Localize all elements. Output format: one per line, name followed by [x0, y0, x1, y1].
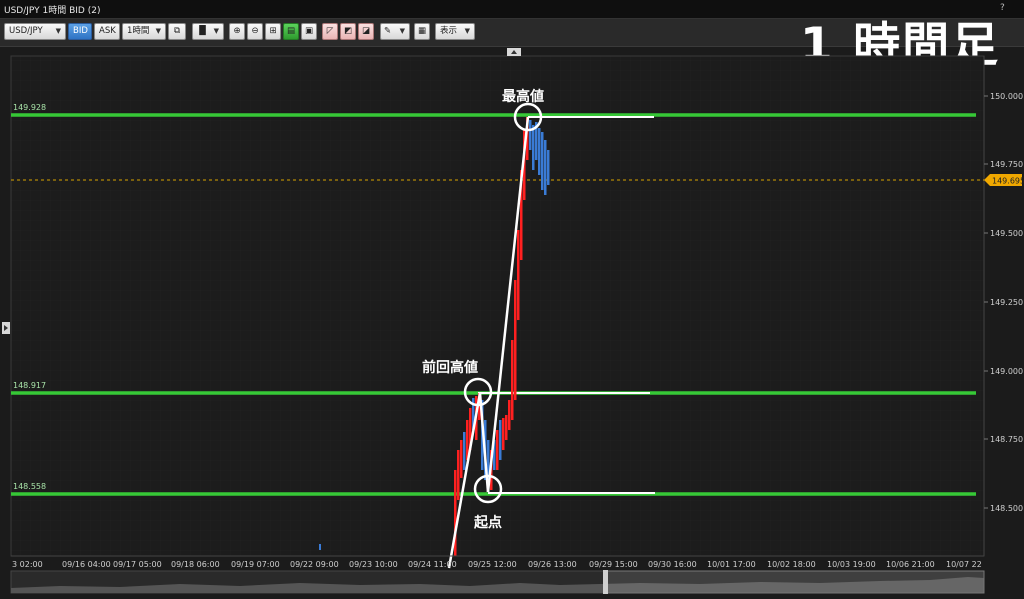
time-tick-label: 09/25 12:00	[468, 560, 517, 569]
candle	[463, 432, 466, 470]
price-chart[interactable]: 150.000 149.750 149.500 149.250 149.000 148.7…	[0, 46, 1024, 599]
price-axis: 150.000 149.750 149.500 149.250 149.000 148.7…	[984, 92, 1023, 513]
fit-icon[interactable]: ▤	[283, 23, 299, 40]
draw-trend-icon[interactable]: ◪	[358, 23, 374, 40]
zoom-in-icon[interactable]: ⊕	[229, 23, 245, 40]
price-tick-label: 149.750	[990, 160, 1023, 169]
bid-button[interactable]: BID	[68, 23, 92, 40]
candle	[457, 450, 460, 500]
chart-type-select[interactable]: ▐▌ ▼	[192, 23, 224, 40]
annotation-highest: 最高値	[502, 88, 544, 105]
scroll-end-icon[interactable]: ▣	[301, 23, 317, 40]
draw-line-icon[interactable]: ◸	[322, 23, 338, 40]
time-tick-label: 09/22 09:00	[290, 560, 339, 569]
chevron-down-icon: ▼	[399, 27, 405, 35]
candle	[547, 150, 550, 185]
candle	[514, 280, 517, 400]
navigator-handle[interactable]	[603, 570, 608, 594]
level-label-high: 149.928	[13, 103, 46, 112]
price-tick-label: 148.750	[990, 435, 1023, 444]
price-tick-label: 148.500	[990, 504, 1023, 513]
candle	[505, 415, 508, 440]
candle	[529, 120, 532, 150]
time-tick-label: 3 02:00	[12, 560, 43, 569]
candle	[508, 400, 511, 430]
time-tick-label: 10/06 21:00	[886, 560, 935, 569]
annotation-previous-high: 前回高値	[422, 359, 478, 376]
time-axis: 3 02:00 09/16 04:00 09/17 05:00 09/18 06:00…	[12, 560, 982, 569]
candle-early	[319, 544, 321, 550]
time-tick-label: 09/29 15:00	[589, 560, 638, 569]
symbol-select[interactable]: USD/JPY ▼	[4, 23, 66, 40]
time-tick-label: 09/23 10:00	[349, 560, 398, 569]
time-tick-label: 09/17 05:00	[113, 560, 162, 569]
time-tick-label: 09/16 04:00	[62, 560, 111, 569]
candle	[496, 430, 499, 470]
chevron-down-icon: ▼	[213, 27, 219, 35]
candle	[538, 128, 541, 175]
navigator-window[interactable]	[605, 570, 985, 594]
current-price-value: 149.695	[992, 177, 1024, 186]
screenshot-icon[interactable]: ▦	[414, 23, 430, 40]
time-tick-label: 10/01 17:00	[707, 560, 756, 569]
candle	[517, 230, 520, 320]
price-tick-label: 149.250	[990, 298, 1023, 307]
candle	[541, 132, 544, 190]
time-tick-label: 10/03 19:00	[827, 560, 876, 569]
link-icon[interactable]: ⧉	[168, 23, 186, 40]
time-tick-label: 09/26 13:00	[528, 560, 577, 569]
chart-area[interactable]: 150.000 149.750 149.500 149.250 149.000 148.7…	[0, 46, 1024, 599]
candle	[532, 125, 535, 170]
time-tick-label: 10/07 22	[946, 560, 982, 569]
candle	[544, 140, 547, 195]
time-tick-label: 09/18 06:00	[171, 560, 220, 569]
candle	[499, 420, 502, 460]
draw-channel-icon[interactable]: ◩	[340, 23, 356, 40]
candle	[511, 340, 514, 420]
time-tick-label: 10/02 18:00	[767, 560, 816, 569]
display-menu-button[interactable]: 表示 ▼	[435, 23, 475, 40]
timeframe-select[interactable]: 1時間 ▼	[122, 23, 166, 40]
price-tick-label: 149.500	[990, 229, 1023, 238]
ask-button[interactable]: ASK	[94, 23, 120, 40]
time-tick-label: 09/19 07:00	[231, 560, 280, 569]
level-label-start: 148.558	[13, 482, 46, 491]
chevron-down-icon: ▼	[155, 27, 161, 35]
pen-icon: ✎	[384, 26, 392, 36]
level-label-previous-high: 148.917	[13, 381, 46, 390]
chevron-down-icon: ▼	[55, 27, 61, 35]
time-tick-label: 09/24 11:00	[408, 560, 457, 569]
bar-chart-icon: ▐▌	[196, 26, 210, 36]
time-tick-label: 09/30 16:00	[648, 560, 697, 569]
annotation-start: 起点	[473, 514, 502, 531]
zoom-out-icon[interactable]: ⊖	[247, 23, 263, 40]
symbol-label: USD/JPY	[9, 26, 43, 36]
help-icon[interactable]: ?	[1000, 3, 1005, 13]
chevron-down-icon: ▼	[464, 27, 470, 35]
grid-icon[interactable]: ⊞	[265, 23, 281, 40]
timeframe-label: 1時間	[127, 26, 150, 36]
price-tick-label: 150.000	[990, 92, 1023, 101]
price-tick-label: 149.000	[990, 367, 1023, 376]
candle	[460, 440, 463, 478]
pen-select[interactable]: ✎ ▼	[380, 23, 410, 40]
candle	[502, 418, 505, 450]
display-label: 表示	[440, 26, 458, 36]
window-title: USD/JPY 1時間 BID (2)	[4, 6, 101, 16]
